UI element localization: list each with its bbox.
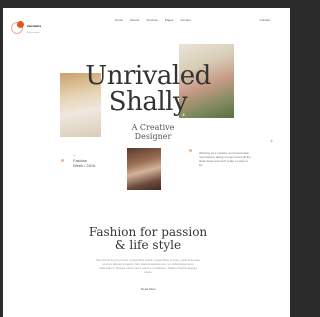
hero-title-line1: Unrivaled <box>85 61 211 91</box>
nav-item-contact[interactable]: Contact <box>180 18 190 22</box>
section-title-line2: & life style <box>114 238 182 252</box>
brand-tagline: fashion studio <box>27 32 40 34</box>
hero-photo-center <box>127 148 161 190</box>
brand-name: Zanzaldra <box>27 24 42 28</box>
fashion-week-line2: Week / 2016 <box>73 163 96 168</box>
intro-text: Working as a creative and passionate new… <box>199 151 251 167</box>
nav-item-services[interactable]: Services <box>146 18 158 22</box>
nav-item-home[interactable]: Home <box>115 18 123 22</box>
accent-dot <box>61 159 64 162</box>
section-title: Fashion for passion & life style <box>63 226 233 252</box>
nav-item-pages[interactable]: Pages <box>165 18 174 22</box>
nav-cta-button[interactable]: Contact <box>260 18 270 22</box>
accent-dot <box>189 149 192 152</box>
hero-subtitle: A Creative Designer <box>113 123 193 141</box>
logo-icon <box>17 20 24 28</box>
read-more-link[interactable]: Read More <box>141 287 156 291</box>
page: Zanzaldra fashion studio Home Abouts Ser… <box>3 8 290 317</box>
hero-subtitle-line2: Designer <box>134 132 172 141</box>
sparkle-icon: ✦ <box>181 113 187 119</box>
hero-title: Unrivaled Shally <box>83 63 213 115</box>
section-body: Nam viverra at nisl a cursus. Suspendiss… <box>96 259 200 274</box>
brand-logo[interactable]: Zanzaldra fashion studio <box>17 14 41 34</box>
hero-subtitle-line1: A Creative <box>131 123 175 132</box>
nav-item-abouts[interactable]: Abouts <box>130 18 139 22</box>
nav-menu: Home Abouts Services Pages Contact <box>115 18 191 22</box>
hero-title-line2: Shally <box>108 87 188 117</box>
fashion-week-note: + Fashion Week / 2016 <box>73 153 95 168</box>
sparkle-icon: ✦ <box>269 139 275 145</box>
top-navigation: Zanzaldra fashion studio Home Abouts Ser… <box>3 8 290 34</box>
